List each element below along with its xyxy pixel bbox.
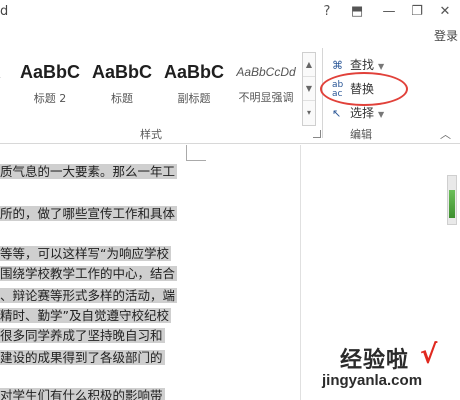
style-item-partial[interactable]: ι — [0, 62, 1, 90]
window-title-fragment: d — [0, 4, 9, 19]
maximize-button[interactable]: ❐ — [406, 3, 428, 21]
watermark-url: jingyanla.com — [322, 372, 423, 389]
style-item-subtitle[interactable]: AaBbC 副标题 — [162, 62, 226, 106]
select-label: 选择 — [350, 106, 375, 120]
document-page[interactable]: 质气息的一大要素。那么一年工 所的，做了哪些宣传工作和具体 等等，可以这样写“为… — [0, 145, 300, 400]
document-line: 等等，可以这样写“为响应学校 — [0, 246, 171, 261]
style-item-subtle-emphasis[interactable]: AaBbCcDd 不明显强调 — [232, 62, 300, 105]
checkmark-icon: √ — [420, 340, 438, 370]
style-preview: AaBbCcDd — [236, 65, 296, 79]
chevron-down-icon: ▼ — [378, 62, 385, 71]
ribbon-display-options-button[interactable]: ⬒ — [346, 3, 368, 21]
editing-group-label: 编辑 — [350, 128, 372, 141]
gallery-more-icon[interactable]: ▾ — [303, 101, 315, 125]
style-name: 不明显强调 — [238, 91, 294, 104]
highlight-annotation — [320, 72, 408, 106]
styles-group-label: 样式 — [140, 128, 162, 141]
find-label: 查找 — [350, 58, 375, 72]
styles-gallery-scroller[interactable]: ▲ ▼ ▾ — [302, 52, 316, 126]
login-link[interactable]: 登录 — [434, 27, 458, 44]
document-line: 精时、勤学”及自觉遵守校纪校 — [0, 308, 171, 323]
style-item-title[interactable]: AaBbC 标题 — [90, 62, 154, 106]
document-line: 、辩论赛等形式多样的活动，端 — [0, 288, 178, 303]
help-button[interactable]: ? — [316, 3, 338, 21]
collapse-ribbon-icon[interactable]: ︿ — [440, 126, 451, 142]
style-name: 副标题 — [177, 92, 211, 105]
title-bar: d ? ⬒ — ❐ ✕ — [0, 0, 460, 26]
style-preview: AaBbC — [19, 62, 80, 82]
page-corner-mark — [186, 160, 206, 161]
chevron-down-icon: ▼ — [378, 110, 385, 119]
page-corner-mark — [186, 145, 187, 161]
document-line: 质气息的一大要素。那么一年工 — [0, 164, 178, 179]
cursor-select-icon: ↖ — [332, 107, 342, 120]
document-line: 所的，做了哪些宣传工作和具体 — [0, 206, 178, 221]
style-preview: AaBbC — [91, 62, 152, 82]
gallery-down-icon[interactable]: ▼ — [303, 77, 315, 101]
scrollbar-thumb[interactable] — [449, 190, 455, 218]
styles-gallery: ι AaBbC 标题 2 AaBbC 标题 AaBbC 副标题 AaBbCcDd… — [0, 44, 300, 124]
document-line: 建设的成果得到了各级部门的 — [0, 350, 165, 365]
style-item-heading-2[interactable]: AaBbC 标题 2 — [18, 62, 82, 106]
gallery-up-icon[interactable]: ▲ — [303, 53, 315, 77]
document-line: 很多同学养成了坚持晚自习和 — [0, 328, 165, 343]
watermark-logo: 经验啦 √ jingyanla.com — [320, 340, 460, 400]
styles-dialog-launcher-icon[interactable] — [313, 130, 321, 138]
style-preview: AaBbC — [163, 62, 224, 82]
watermark-title: 经验啦 — [340, 348, 410, 373]
minimize-button[interactable]: — — [378, 3, 400, 21]
style-name: 标题 2 — [33, 92, 67, 105]
binoculars-icon: ⌘ — [332, 59, 343, 72]
document-line: 对学生们有什么积极的影响带 — [0, 387, 165, 400]
close-button[interactable]: ✕ — [434, 3, 456, 21]
document-line: 围绕学校教学工作的中心，结合 — [0, 266, 178, 281]
style-preview: ι — [0, 62, 1, 83]
select-button[interactable]: ↖ 选择 ▼ — [332, 104, 384, 124]
style-name: 标题 — [111, 92, 133, 105]
